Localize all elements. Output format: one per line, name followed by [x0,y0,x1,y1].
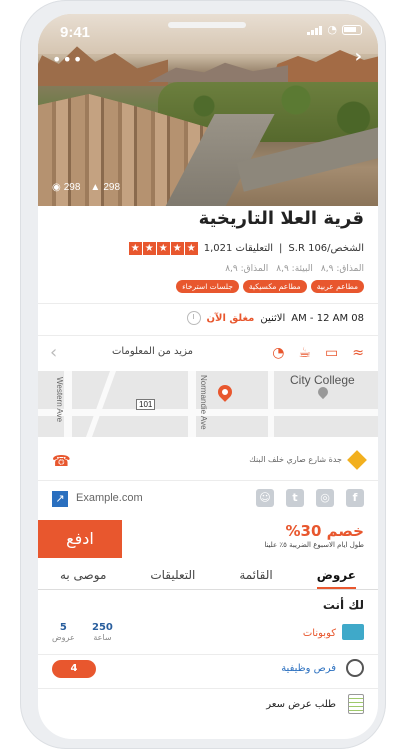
quote-request-row[interactable]: طلب عرض سعر [38,694,378,720]
website-link[interactable]: Example.com [76,492,143,504]
reviews-count[interactable]: التعليقات 1,021 [204,243,273,254]
notch [168,22,246,28]
rating-row: ★ ★ ★ ★ ★ التعليقات 1,021 | الشخص/S.R 106 [128,242,364,255]
star-icon: ★ [184,242,198,255]
battery-icon [342,25,362,35]
location-pin-icon[interactable] [215,382,235,402]
instagram-icon[interactable]: ◎ [316,489,334,507]
category-tags: مطاعم عربية مطاعم مكسيكية جلسات استرخاء [176,280,364,293]
wifi-icon: ◔ [327,23,337,36]
star-icon: ★ [156,242,170,255]
tab-menu[interactable]: القائمة [239,562,272,589]
star-icon: ★ [142,242,156,255]
section-tabs: عروض القائمة التعليقات موصى به [38,562,378,590]
tag-mexican[interactable]: مطاعم مكسيكية [242,280,307,293]
phone-icon[interactable]: ☎ [52,452,71,470]
street-label-western: Western Ave [55,377,64,423]
tag-arabic[interactable]: مطاعم عربية [310,280,364,293]
tab-recommended[interactable]: موصى به [60,562,106,589]
social-links: f ◎ t ☺ [256,489,364,507]
jobs-label: فرص وظيفية [281,663,336,674]
snapchat-icon[interactable]: ☺ [256,489,274,507]
address-row[interactable]: ☎ جدة شارع صاري خلف البنك [38,446,378,474]
views-stat: ◉ 298 [52,182,81,193]
tab-reviews[interactable]: التعليقات [150,562,195,589]
score-environment: البيئة: ٨,٩ [276,264,313,274]
star-rating[interactable]: ★ ★ ★ ★ ★ [128,242,198,255]
quote-request-label: طلب عرض سعر [266,699,336,710]
street-label-normandie: Normandie Ave [199,375,208,430]
map-city-label: City College [290,373,355,387]
hero-stats: ◉ 298 ▲ 298 [52,182,120,193]
chevron-right-icon[interactable]: › [355,46,362,67]
mountain-icon: ▲ [90,182,101,193]
for-you-heading: لك أنت [322,598,364,612]
more-options-icon[interactable]: ••• [52,50,83,69]
deal-info: خصم 30% طول ايام الاسبوع الضريبة ٥٪ علين… [264,522,364,549]
hero-image[interactable] [38,14,378,206]
facebook-icon[interactable]: f [346,489,364,507]
eye-icon: ◉ [52,182,61,193]
directions-icon[interactable] [347,450,367,470]
route-shield: 101 [136,399,156,410]
more-info-link[interactable]: مزيد من المعلومات [112,346,193,357]
location-map[interactable]: Western Ave Normandie Ave 101 City Colle… [38,371,378,437]
score-taste: المذاق: ٨,٩ [320,264,364,274]
tag-lounge[interactable]: جلسات استرخاء [176,280,239,293]
address-text: جدة شارع صاري خلف البنك [249,455,342,464]
closed-status: مغلق الآن [206,312,255,324]
pay-button[interactable]: ادفع [38,520,122,558]
place-title: قرية العلا التاريخية [198,208,364,229]
pool-icon: ≈ [352,345,364,361]
star-icon: ★ [170,242,184,255]
coupons-row[interactable]: كوبونات 250 ساعة 5 عروض [38,622,378,652]
ticket-icon [342,624,364,640]
app-screen: 9:41 ◔ ••• › ◉ 298 ▲ 298 قرية العلا التاري… [38,14,378,739]
score-taste-2: المذاق: ٨,٩ [225,264,269,274]
hours-counter: 250 ساعة [92,622,113,642]
twitter-icon[interactable]: t [286,489,304,507]
hours-range: 08 AM - 12 AM [291,312,364,324]
coffee-icon: ☕ [298,345,312,361]
tab-offers[interactable]: عروض [316,562,356,589]
hours-day: الاثنين [260,312,286,324]
amenities-row[interactable]: ‹ مزيد من المعلومات ≈ ▭ ☕ ◔ [38,341,378,367]
website-row: ↗ Example.com f ◎ t ☺ [38,486,378,514]
status-icons: ◔ [307,23,362,36]
job-search-icon [346,659,364,677]
sub-scores: المذاق: ٨,٩ البيئة: ٨,٩ المذاق: ٨,٩ [225,264,364,274]
photos-stat: ▲ 298 [90,182,121,193]
amenity-icons: ≈ ▭ ☕ ◔ [272,345,364,361]
star-icon: ★ [128,242,142,255]
tv-icon: ▭ [325,345,339,361]
poi-pin-icon [315,384,331,400]
discount-note: طول ايام الاسبوع الضريبة ٥٪ علينا [264,541,364,549]
clock-icon [186,311,201,325]
signal-icon [307,25,323,35]
discount-percent: خصم 30% [285,522,364,540]
coupons-label: كوبونات [302,628,336,639]
external-link-icon[interactable]: ↗ [52,491,68,507]
document-icon [348,694,364,714]
price-per-person: الشخص/S.R 106 [288,243,364,254]
chevron-left-icon[interactable]: ‹ [50,342,57,363]
divider: | [279,243,283,254]
jobs-count-badge: 4 [52,660,96,678]
opening-hours[interactable]: مغلق الآن الاثنين 08 AM - 12 AM [186,311,364,325]
jobs-row[interactable]: 4 فرص وظيفية [38,658,378,684]
status-time: 9:41 [60,24,91,41]
offers-counter: 5 عروض [52,622,75,642]
wifi-amenity-icon: ◔ [272,345,285,361]
